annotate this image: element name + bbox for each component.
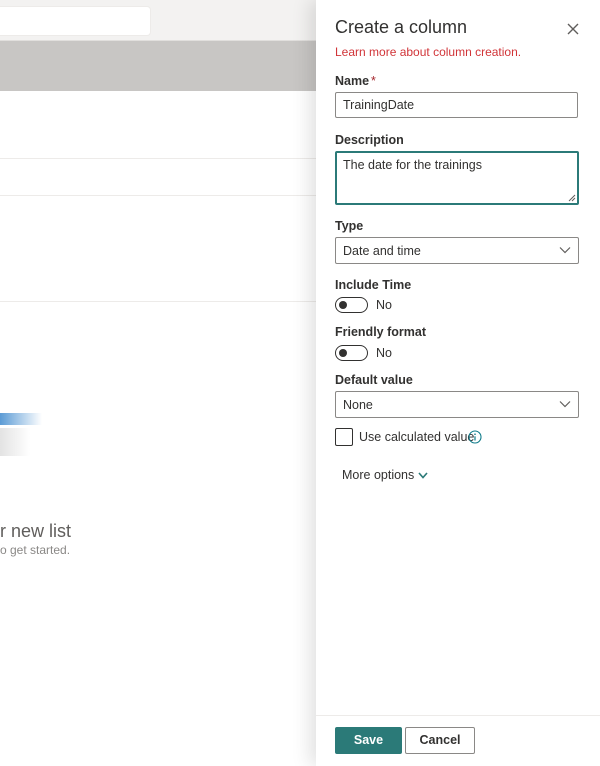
empty-state-subtitle: o get started. [0,543,71,557]
resize-grip-icon[interactable] [568,194,576,202]
description-input[interactable]: The date for the trainings [335,151,579,205]
description-input-value: The date for the trainings [343,158,482,172]
type-dropdown[interactable]: Date and time [335,237,579,264]
type-label: Type [335,219,364,233]
cancel-button[interactable]: Cancel [405,727,475,754]
friendly-format-toggle[interactable] [335,345,368,361]
chevron-down-icon [559,247,571,254]
panel-title: Create a column [335,17,468,37]
default-value-dropdown[interactable]: None [335,391,579,418]
friendly-format-label: Friendly format [335,325,426,339]
name-input-value: TrainingDate [343,98,415,112]
more-options-toggle[interactable]: More options [342,468,428,482]
chevron-down-icon [418,472,428,479]
toggle-knob [339,301,347,309]
empty-state-illustration [0,413,42,425]
chevron-down-icon [559,401,571,408]
toggle-knob [339,349,347,357]
include-time-label: Include Time [335,278,412,292]
include-time-state: No [376,298,392,312]
name-label: Name * [335,74,376,88]
more-options-label: More options [342,468,415,482]
empty-state-illustration-shadow [0,428,30,456]
name-input[interactable]: TrainingDate [335,92,578,118]
name-label-text: Name [335,74,370,88]
footer-divider [316,715,600,716]
list-divider [0,195,316,196]
description-label: Description [335,133,404,147]
friendly-format-state: No [376,346,392,360]
include-time-toggle[interactable] [335,297,368,313]
info-icon[interactable] [468,430,482,444]
required-marker: * [371,74,376,88]
create-column-panel: Create a column Learn more about column … [316,0,600,766]
type-dropdown-value: Date and time [343,244,421,258]
use-calculated-checkbox[interactable] [335,428,353,446]
close-button[interactable] [564,20,582,38]
list-divider [0,158,316,159]
save-button[interactable]: Save [335,727,402,754]
use-calculated-label: Use calculated value [359,430,475,444]
default-value-dropdown-value: None [343,398,373,412]
list-divider [0,301,316,302]
command-bar [0,41,316,91]
close-icon [567,23,579,35]
learn-more-link[interactable]: Learn more about column creation. [335,45,521,59]
default-value-label: Default value [335,373,413,387]
empty-state-title: r new list [0,521,72,541]
suite-header [0,0,316,41]
search-box[interactable] [0,6,151,36]
